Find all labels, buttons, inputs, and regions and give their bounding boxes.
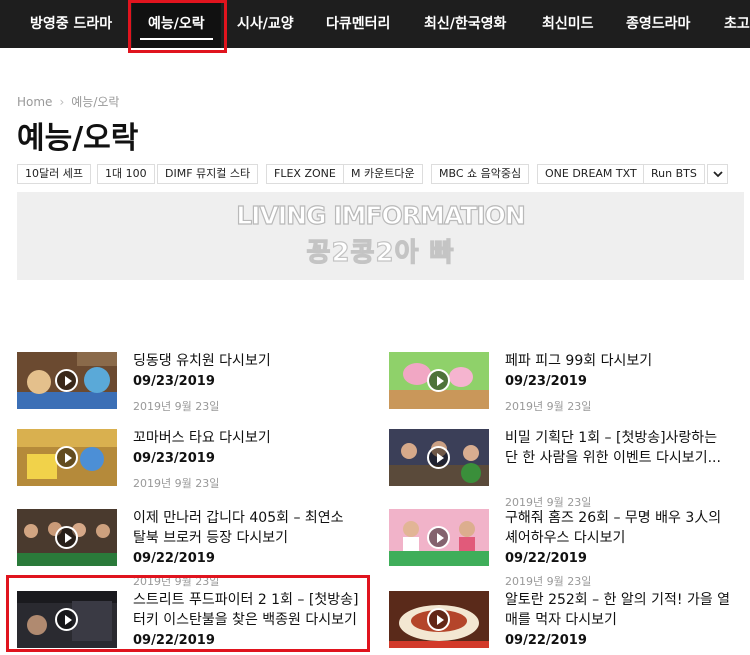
- play-icon: [427, 608, 450, 631]
- breadcrumb-home[interactable]: Home: [17, 95, 52, 109]
- post-title[interactable]: 이제 만나러 갑니다 405회 – 최연소 탈북 브로커 등장 다시보기 09/2…: [133, 508, 359, 569]
- post-thumbnail[interactable]: [389, 509, 489, 566]
- post-item: 딩동댕 유치원 다시보기 09/23/2019 2019년 9월 23일: [17, 352, 357, 432]
- post-meta-date: 2019년 9월 23일: [505, 400, 592, 413]
- play-icon: [427, 369, 450, 392]
- post-thumbnail[interactable]: [389, 352, 489, 409]
- post-meta-date: 2019년 9월 23일: [133, 477, 220, 490]
- post-meta-date: 2019년 9월 23일: [505, 575, 592, 588]
- post-title[interactable]: 꼬마버스 타요 다시보기 09/23/2019: [133, 428, 359, 469]
- nav-item-entertainment[interactable]: 예능/오락: [132, 0, 221, 48]
- post-item: 비밀 기획단 1회 – [첫방송]사랑하는 단 한 사람을 위한 이벤트 다시보…: [389, 429, 729, 509]
- post-title[interactable]: 비밀 기획단 1회 – [첫방송]사랑하는 단 한 사람을 위한 이벤트 다시보…: [505, 428, 731, 468]
- banner-heading: LIVING IMFORMATION: [236, 200, 527, 230]
- post-thumbnail[interactable]: [389, 429, 489, 486]
- breadcrumb: Home › 예능/오락: [17, 93, 119, 110]
- post-item: 꼬마버스 타요 다시보기 09/23/2019 2019년 9월 23일: [17, 429, 357, 509]
- play-icon: [427, 446, 450, 469]
- post-thumbnail[interactable]: [17, 509, 117, 566]
- post-item: 페파 피그 99회 다시보기 09/23/2019 2019년 9월 23일: [389, 352, 729, 432]
- tag-chip[interactable]: 10달러 세프: [17, 164, 91, 184]
- tag-chip[interactable]: FLEX ZONE: [266, 164, 344, 184]
- post-item: 알토란 252회 – 한 알의 기적! 가을 열매를 먹자 다시보기 09/22/…: [389, 590, 731, 655]
- play-icon: [55, 526, 78, 549]
- nav-item-ended-drama[interactable]: 종영드라마: [610, 0, 706, 48]
- post-thumbnail[interactable]: [389, 591, 489, 648]
- play-icon: [427, 526, 450, 549]
- tags-expand-button[interactable]: [707, 164, 728, 184]
- nav-item-korean-movie[interactable]: 최신/한국영화: [408, 0, 522, 48]
- main-nav: 방영중 드라마 예능/오락 시사/교양 다큐멘터리 최신/한국영화 최신미드 종…: [0, 0, 750, 48]
- tag-chip[interactable]: 1대 100: [97, 164, 155, 184]
- play-icon: [55, 608, 78, 631]
- post-title[interactable]: 스트리트 푸드파이터 2 1회 – [첫방송]터키 이스탄불을 찾은 백종원 다…: [133, 590, 359, 651]
- post-title[interactable]: 페파 피그 99회 다시보기 09/23/2019: [505, 351, 731, 392]
- nav-item-us-drama[interactable]: 최신미드: [526, 0, 610, 48]
- tag-chip[interactable]: ONE DREAM TXT: [537, 164, 645, 184]
- tag-chip[interactable]: Run BTS: [643, 164, 705, 184]
- post-item: 스트리트 푸드파이터 2 1회 – [첫방송]터키 이스탄불을 찾은 백종원 다…: [17, 590, 359, 655]
- play-icon: [55, 446, 78, 469]
- post-title[interactable]: 구해줘 홈즈 26회 – 무명 배우 3人의 셰어하우스 다시보기 09/22/2…: [505, 508, 731, 569]
- banner-subheading: 꽁2콩2아 빠: [306, 237, 455, 268]
- play-icon: [55, 369, 78, 392]
- post-thumbnail[interactable]: [17, 429, 117, 486]
- breadcrumb-current: 예능/오락: [71, 95, 120, 109]
- tag-chip[interactable]: DIMF 뮤지컬 스타: [157, 164, 259, 184]
- page-title: 예능/오락: [17, 121, 139, 156]
- chevron-down-icon: [712, 170, 723, 177]
- post-thumbnail[interactable]: [17, 591, 117, 648]
- post-meta-date: 2019년 9월 23일: [133, 575, 220, 588]
- post-meta-date: 2019년 9월 23일: [133, 400, 220, 413]
- post-title[interactable]: 딩동댕 유치원 다시보기 09/23/2019: [133, 351, 359, 392]
- nav-item-current-affairs[interactable]: 시사/교양: [221, 0, 310, 48]
- tag-chip[interactable]: MBC 쇼 음악중심: [431, 164, 530, 184]
- nav-item-documentary[interactable]: 다큐멘터리: [310, 0, 406, 48]
- nav-item-more[interactable]: 초고: [708, 0, 750, 48]
- chevron-right-icon: ›: [59, 95, 65, 109]
- post-thumbnail[interactable]: [17, 352, 117, 409]
- post-title[interactable]: 알토란 252회 – 한 알의 기적! 가을 열매를 먹자 다시보기 09/22/…: [505, 590, 731, 651]
- tag-chip[interactable]: M 카운트다운: [343, 164, 423, 184]
- post-item: 구해줘 홈즈 26회 – 무명 배우 3人의 셰어하우스 다시보기 09/22/2…: [389, 509, 729, 589]
- post-item: 이제 만나러 갑니다 405회 – 최연소 탈북 브로커 등장 다시보기 09/2…: [17, 509, 357, 589]
- ad-banner[interactable]: LIVING IMFORMATION 꽁2콩2아 빠: [17, 192, 744, 280]
- nav-item-airing-drama[interactable]: 방영중 드라마: [14, 0, 128, 48]
